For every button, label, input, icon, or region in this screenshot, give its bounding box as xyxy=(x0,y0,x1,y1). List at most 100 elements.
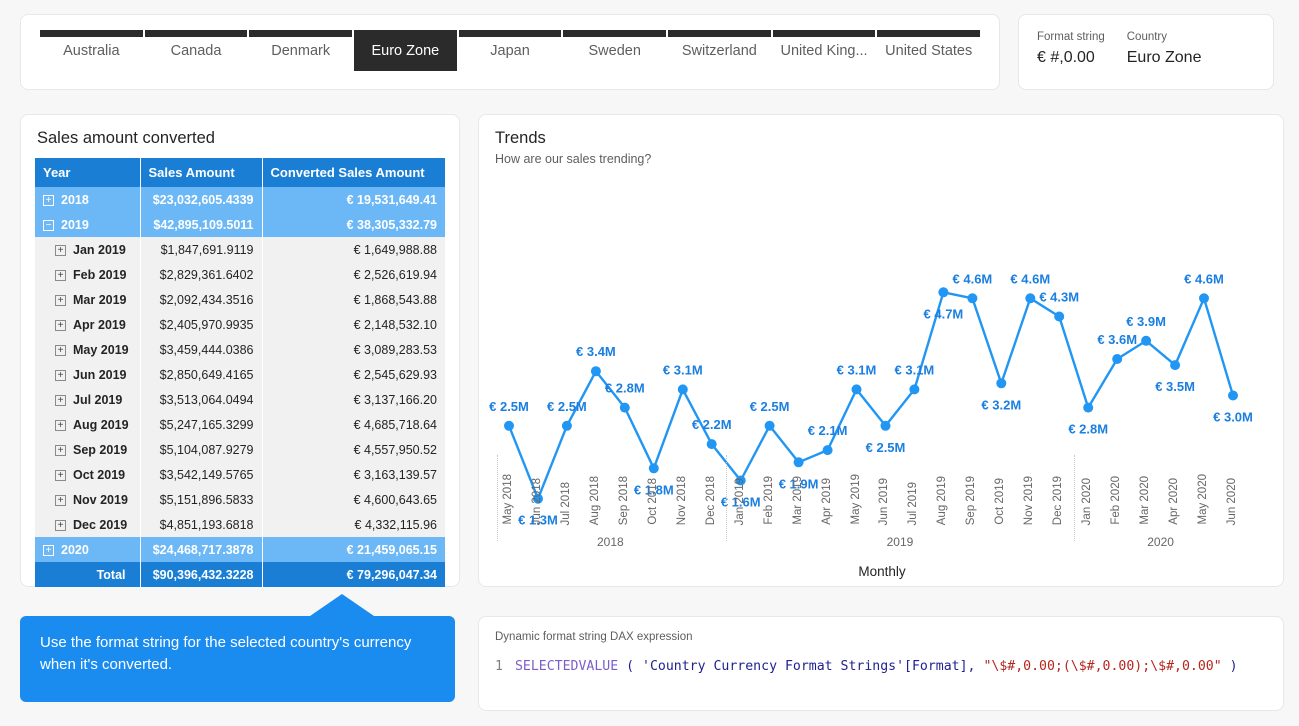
sales-matrix-card: Sales amount converted Year Sales Amount… xyxy=(20,114,460,587)
converted-sales-amount-cell: € 4,600,643.65 xyxy=(262,487,445,512)
sales-amount-cell: $5,151,896.5833 xyxy=(140,487,263,512)
row-label-cell[interactable]: + Sep 2019 xyxy=(35,437,141,462)
expand-icon[interactable]: + xyxy=(55,369,66,381)
data-point-marker[interactable] xyxy=(590,366,601,377)
x-axis-tick-label: Aug 2018 xyxy=(588,475,601,525)
expand-icon[interactable]: + xyxy=(55,244,66,256)
row-label-cell[interactable]: + Jan 2019 xyxy=(35,237,141,262)
data-point-marker[interactable] xyxy=(1112,354,1123,364)
row-label-cell[interactable]: +2020 xyxy=(35,537,141,562)
data-point-marker[interactable] xyxy=(1228,390,1238,401)
row-label-cell[interactable]: + Nov 2019 xyxy=(35,487,141,512)
table-row[interactable]: + Oct 2019 $3,542,149.5765 € 3,163,139.57 xyxy=(35,462,445,487)
tab-canada[interactable]: Canada xyxy=(144,30,248,71)
data-point-marker[interactable] xyxy=(1170,360,1181,371)
table-row[interactable]: + Jul 2019 $3,513,064.0494 € 3,137,166.20 xyxy=(35,387,445,412)
converted-sales-amount-cell: € 3,089,283.53 xyxy=(262,337,445,362)
table-row[interactable]: + Dec 2019 $4,851,193.6818 € 4,332,115.96 xyxy=(35,512,445,537)
tab-denmark[interactable]: Denmark xyxy=(249,30,353,71)
expand-icon[interactable]: + xyxy=(43,544,54,556)
row-label-cell[interactable]: + May 2019 xyxy=(35,337,141,362)
tab-sweden[interactable]: Sweden xyxy=(563,30,667,71)
data-point-marker[interactable] xyxy=(996,378,1007,389)
data-point-marker[interactable] xyxy=(793,457,804,468)
expand-icon[interactable]: + xyxy=(55,269,66,281)
table-row[interactable]: Total $90,396,432.3228 € 79,296,047.34 xyxy=(35,562,445,587)
tab-japan[interactable]: Japan xyxy=(458,30,562,71)
row-label-cell[interactable]: Total xyxy=(35,562,141,587)
expand-icon[interactable]: + xyxy=(55,419,66,431)
row-label-cell[interactable]: −2019 xyxy=(35,212,141,237)
row-label-cell[interactable]: + Jul 2019 xyxy=(35,387,141,412)
expand-icon[interactable]: + xyxy=(55,444,66,456)
data-point-marker[interactable] xyxy=(880,420,891,431)
tab-united-states[interactable]: United States xyxy=(877,30,981,71)
table-row[interactable]: + Sep 2019 $5,104,087.9279 € 4,557,950.52 xyxy=(35,437,445,462)
table-row[interactable]: + Feb 2019 $2,829,361.6402 € 2,526,619.94 xyxy=(35,262,445,287)
collapse-icon[interactable]: − xyxy=(43,219,54,231)
data-point-marker[interactable] xyxy=(1199,293,1209,304)
expand-icon[interactable]: + xyxy=(43,194,54,206)
expand-icon[interactable]: + xyxy=(55,294,66,306)
sales-amount-cell: $2,829,361.6402 xyxy=(140,262,263,287)
column-header-year[interactable]: Year xyxy=(35,158,141,187)
expand-icon[interactable]: + xyxy=(55,494,66,506)
table-row[interactable]: + Aug 2019 $5,247,165.3299 € 4,685,718.64 xyxy=(35,412,445,437)
row-label-cell[interactable]: + Oct 2019 xyxy=(35,462,141,487)
row-label-cell[interactable]: + Jun 2019 xyxy=(35,362,141,387)
table-row[interactable]: + Jan 2019 $1,847,691.9119 € 1,649,988.88 xyxy=(35,237,445,262)
data-point-marker[interactable] xyxy=(561,420,572,431)
tab-label: United States xyxy=(885,42,973,59)
table-row[interactable]: + Jun 2019 $2,850,649.4165 € 2,545,629.93 xyxy=(35,362,445,387)
table-row[interactable]: −2019 $42,895,109.5011 € 38,305,332.79 xyxy=(35,212,445,237)
data-point-marker[interactable] xyxy=(909,384,920,395)
expand-icon[interactable]: + xyxy=(55,319,66,331)
row-label: Nov 2019 xyxy=(73,492,128,507)
tab-australia[interactable]: Australia xyxy=(40,30,143,71)
data-point-marker[interactable] xyxy=(706,439,717,450)
tab-euro-zone[interactable]: Euro Zone xyxy=(354,30,457,71)
data-point-marker[interactable] xyxy=(764,420,775,431)
row-label-cell[interactable]: + Dec 2019 xyxy=(35,512,141,537)
data-point-marker[interactable] xyxy=(1083,402,1094,413)
table-row[interactable]: +2018 $23,032,605.4339 € 19,531,649.41 xyxy=(35,187,445,212)
row-label-cell[interactable]: + Aug 2019 xyxy=(35,412,141,437)
data-point-marker[interactable] xyxy=(967,293,978,304)
tab-indicator-bar xyxy=(249,30,353,37)
row-label-cell[interactable]: + Mar 2019 xyxy=(35,287,141,312)
data-point-label: € 3.6M xyxy=(1097,332,1137,347)
data-point-marker[interactable] xyxy=(1141,335,1152,346)
data-point-marker[interactable] xyxy=(1025,293,1036,304)
data-point-marker[interactable] xyxy=(938,287,949,298)
column-header-sales-amount[interactable]: Sales Amount xyxy=(140,158,263,187)
data-point-marker[interactable] xyxy=(504,420,514,431)
data-point-marker[interactable] xyxy=(677,384,688,395)
data-point-marker[interactable] xyxy=(851,384,862,395)
year-group-separator xyxy=(1073,455,1075,541)
dax-code-line[interactable]: 1 SELECTEDVALUE ( 'Country Currency Forma… xyxy=(495,659,1267,674)
data-point-marker[interactable] xyxy=(619,402,630,413)
row-label-cell[interactable]: + Feb 2019 xyxy=(35,262,141,287)
table-row[interactable]: + Nov 2019 $5,151,896.5833 € 4,600,643.65 xyxy=(35,487,445,512)
expand-icon[interactable]: + xyxy=(55,344,66,356)
table-row[interactable]: + Apr 2019 $2,405,970.9935 € 2,148,532.10 xyxy=(35,312,445,337)
column-header-converted-sales-amount[interactable]: Converted Sales Amount xyxy=(262,158,445,187)
tab-switzerland[interactable]: Switzerland xyxy=(668,30,771,71)
row-label-cell[interactable]: +2018 xyxy=(35,187,141,212)
expand-icon[interactable]: + xyxy=(55,394,66,406)
row-label-cell[interactable]: + Apr 2019 xyxy=(35,312,141,337)
table-row[interactable]: +2020 $24,468,717.3878 € 21,459,065.15 xyxy=(35,537,445,562)
data-point-marker[interactable] xyxy=(1054,311,1065,322)
table-row[interactable]: + May 2019 $3,459,444.0386 € 3,089,283.53 xyxy=(35,337,445,362)
table-row[interactable]: + Mar 2019 $2,092,434.3516 € 1,868,543.88 xyxy=(35,287,445,312)
tab-indicator-bar xyxy=(458,30,562,37)
tab-united-king[interactable]: United King... xyxy=(772,30,876,71)
x-axis-tick-label: Jul 2018 xyxy=(559,481,572,525)
data-point-marker[interactable] xyxy=(822,445,833,456)
expand-icon[interactable]: + xyxy=(55,519,66,531)
country-value: Euro Zone xyxy=(1126,49,1202,66)
data-point-label: € 2.8M xyxy=(605,381,645,396)
expand-icon[interactable]: + xyxy=(55,469,66,481)
converted-sales-amount-cell: € 2,148,532.10 xyxy=(262,312,445,337)
tab-label: Japan xyxy=(490,42,530,59)
